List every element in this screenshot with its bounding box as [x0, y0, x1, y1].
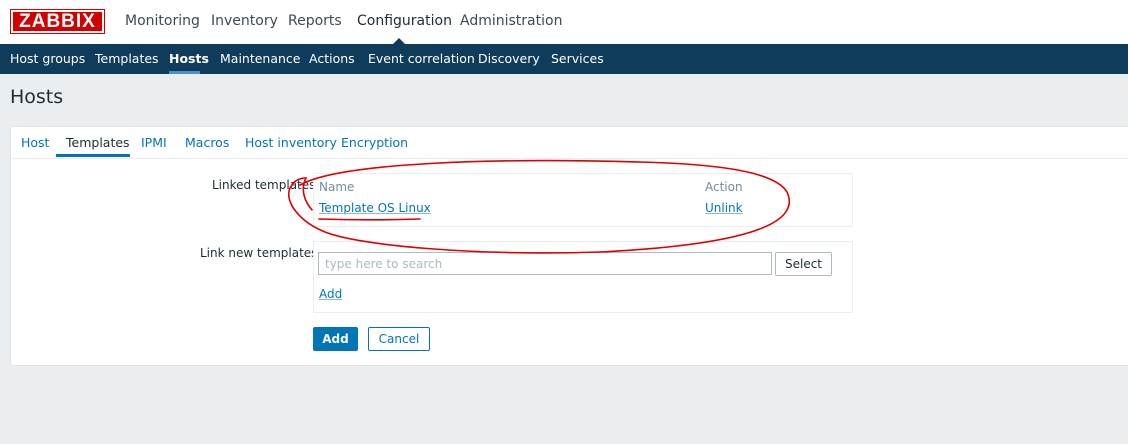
sub-nav: Host groups Templates Hosts Maintenance … [0, 44, 1128, 74]
top-nav-inventory[interactable]: Inventory [211, 13, 278, 29]
tab-ipmi[interactable]: IPMI [141, 135, 167, 150]
sub-nav-host-groups[interactable]: Host groups [10, 51, 85, 66]
column-header-action: Action [705, 180, 743, 194]
column-header-name: Name [319, 180, 355, 194]
template-search-input[interactable]: type here to search [318, 252, 772, 275]
top-bar: ZABBIX Monitoring Inventory Reports Conf… [0, 0, 1128, 45]
sub-nav-hosts[interactable]: Hosts [169, 51, 209, 66]
add-button[interactable]: Add [313, 327, 358, 351]
sub-nav-event-correlation[interactable]: Event correlation [368, 51, 475, 66]
top-nav-configuration[interactable]: Configuration [357, 13, 452, 29]
top-nav-reports[interactable]: Reports [288, 13, 342, 29]
linked-templates-table [313, 173, 853, 227]
select-button[interactable]: Select [775, 252, 832, 276]
tab-templates[interactable]: Templates [66, 135, 130, 150]
sub-nav-active-indicator [169, 71, 200, 74]
unlink-link[interactable]: Unlink [705, 201, 743, 215]
sub-nav-services[interactable]: Services [551, 51, 604, 66]
sub-nav-maintenance[interactable]: Maintenance [220, 51, 301, 66]
tab-host[interactable]: Host [21, 135, 49, 150]
sub-nav-discovery[interactable]: Discovery [478, 51, 540, 66]
tab-encryption[interactable]: Encryption [341, 135, 408, 150]
top-nav-administration[interactable]: Administration [460, 13, 562, 29]
link-new-templates-label: Link new templates [200, 246, 318, 260]
tab-active-indicator [56, 154, 130, 157]
tab-host-inventory[interactable]: Host inventory [245, 135, 337, 150]
top-nav-monitoring[interactable]: Monitoring [125, 13, 200, 29]
zabbix-logo[interactable]: ZABBIX [10, 9, 105, 34]
linked-template-name[interactable]: Template OS Linux [319, 201, 431, 215]
linked-templates-label: Linked templates [212, 178, 316, 192]
sub-nav-templates[interactable]: Templates [95, 51, 159, 66]
cancel-button[interactable]: Cancel [368, 327, 430, 351]
add-template-link[interactable]: Add [319, 287, 342, 301]
tab-macros[interactable]: Macros [185, 135, 229, 150]
page-title: Hosts [10, 86, 64, 108]
form-tabs: Host Templates IPMI Macros Host inventor… [11, 127, 1128, 159]
sub-nav-actions[interactable]: Actions [309, 51, 355, 66]
logo-text: ZABBIX [13, 12, 102, 31]
